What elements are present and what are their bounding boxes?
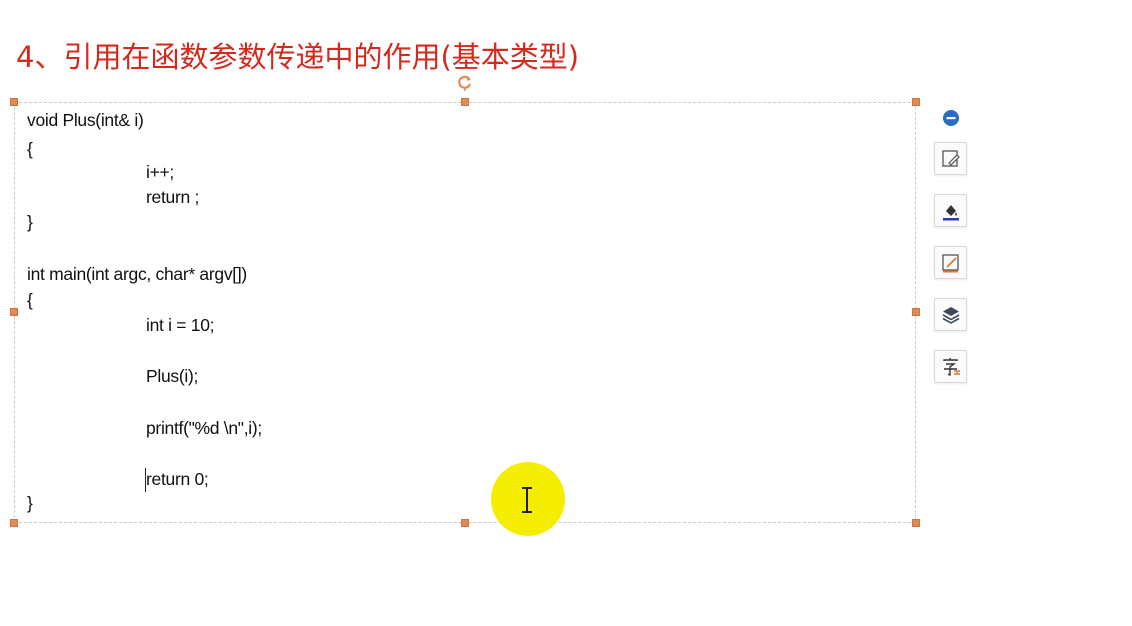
resize-handle-middle-left[interactable] [10, 308, 18, 316]
slide-title: 4、引用在函数参数传递中的作用(基本类型) [16, 40, 580, 74]
code-line: Plus(i); [146, 366, 199, 386]
code-line: return ; [146, 187, 200, 207]
rotate-handle-icon[interactable] [456, 73, 474, 91]
edit-shape-button[interactable] [934, 142, 967, 175]
code-line: int i = 10; [146, 315, 215, 335]
resize-handle-bottom-right[interactable] [912, 519, 920, 527]
text-caret [145, 468, 146, 492]
edit-shape-icon [941, 149, 960, 167]
collapse-icon[interactable] [941, 108, 961, 128]
code-line: printf("%d \n",i); [146, 418, 262, 438]
text-cursor-icon [522, 487, 532, 513]
outline-button[interactable] [934, 246, 967, 279]
code-line: } [27, 493, 33, 513]
resize-handle-top-left[interactable] [10, 98, 18, 106]
outline-icon [941, 253, 959, 272]
resize-handle-middle-right[interactable] [912, 308, 920, 316]
text-style-button[interactable] [934, 350, 967, 383]
code-line: void Plus(int& i) [27, 110, 144, 130]
fill-color-icon [942, 204, 959, 220]
fill-color-button[interactable] [934, 194, 967, 227]
resize-handle-bottom-center[interactable] [461, 519, 469, 527]
layers-icon [942, 306, 959, 324]
code-line: int main(int argc, char* argv[]) [27, 264, 247, 284]
resize-handle-top-center[interactable] [461, 98, 469, 106]
resize-handle-top-right[interactable] [912, 98, 920, 106]
layers-button[interactable] [934, 298, 967, 331]
code-line: { [27, 139, 33, 159]
code-line: } [27, 212, 33, 232]
code-line: return 0; [146, 469, 209, 489]
resize-handle-bottom-left[interactable] [10, 519, 18, 527]
text-style-icon [942, 357, 960, 376]
code-line: { [27, 290, 33, 310]
code-line: i++; [146, 162, 174, 182]
